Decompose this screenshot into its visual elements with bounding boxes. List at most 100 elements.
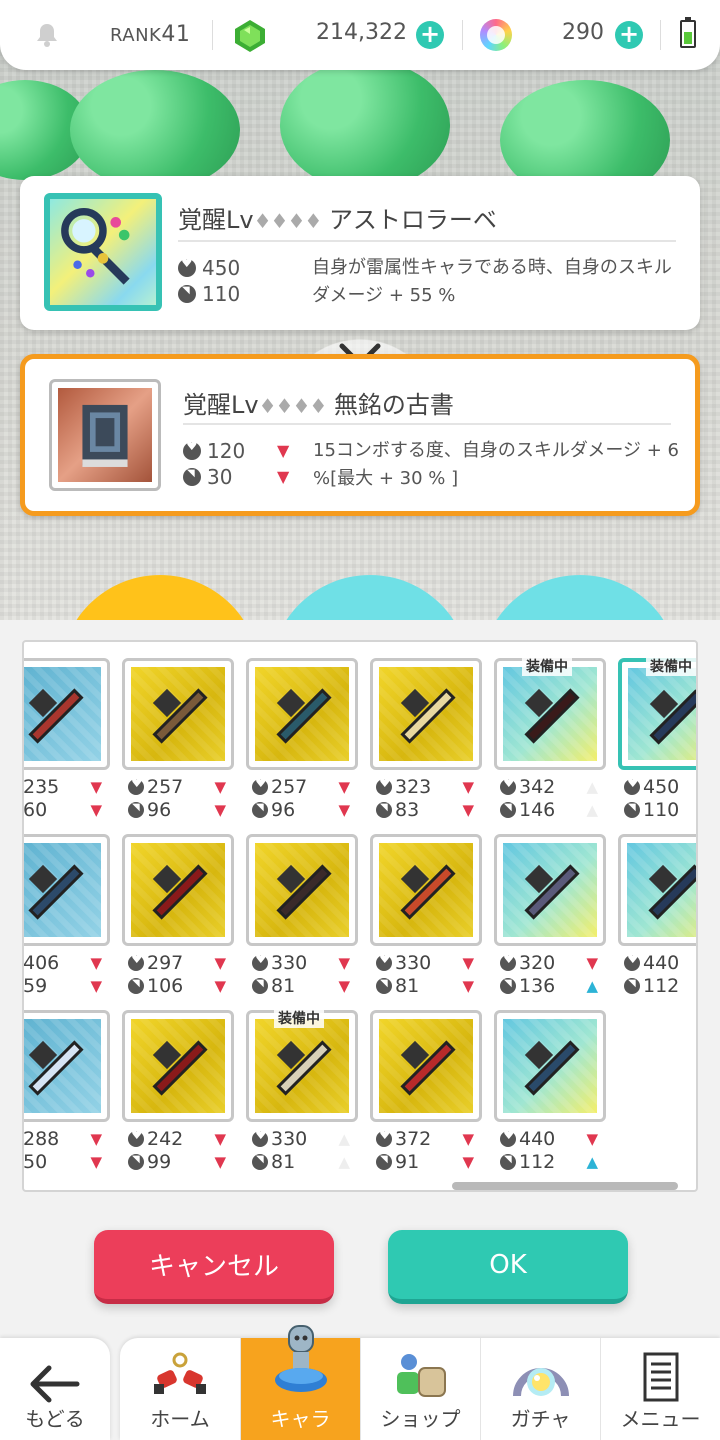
tab-gacha[interactable]: ガチャ bbox=[480, 1338, 600, 1440]
item-frame[interactable] bbox=[246, 658, 358, 770]
awakening-diamonds: ♦♦♦♦ bbox=[253, 209, 323, 233]
hp-stat: 342 bbox=[500, 776, 555, 798]
decrease-arrow-icon: ▼ bbox=[586, 1130, 598, 1148]
inventory-item[interactable]: 装備中 342146 ▲ ▲ bbox=[494, 656, 606, 834]
inventory-item[interactable]: 320136 ▼ ▲ bbox=[494, 834, 606, 1010]
battery-icon bbox=[680, 17, 696, 48]
decrease-arrow-icon: ▼ bbox=[214, 778, 226, 796]
heart-icon bbox=[376, 1128, 392, 1147]
decrease-arrow-icon: ▼ bbox=[338, 778, 350, 796]
decrease-arrow-icon: ▲ bbox=[338, 1153, 350, 1171]
inventory-item[interactable]: 25796 ▼ ▼ bbox=[246, 658, 358, 834]
inventory-section: 23560▼▼25796▼▼25796▼▼32383▼▼装備中342146▲▲装… bbox=[0, 620, 720, 1440]
hp-value: 257 bbox=[271, 776, 308, 798]
speed-stat: 110 bbox=[178, 282, 240, 306]
hp-value: 320 bbox=[519, 952, 556, 974]
current-equipment-card: 覚醒Lv♦♦♦♦ アストロラーベ 450 110 自身が雷属性キャラである時、自… bbox=[20, 176, 700, 330]
decrease-arrow-icon: ▼ bbox=[462, 801, 474, 819]
tab-home[interactable]: ホーム bbox=[120, 1338, 240, 1440]
inventory-item[interactable]: 37291 ▼ ▼ bbox=[370, 1010, 482, 1186]
increase-arrow-icon: ▲ bbox=[586, 1153, 598, 1171]
inventory-item[interactable]: 33081 ▼ ▼ bbox=[370, 834, 482, 1010]
item-artwork bbox=[24, 843, 101, 937]
nav-tabs: ホーム キャラ ショップ ガチャ メニュー bbox=[120, 1325, 720, 1440]
inventory-item[interactable]: 装備中 33081 ▲ ▲ bbox=[246, 1008, 358, 1186]
hp-value: 330 bbox=[271, 952, 308, 974]
speed-stat: 96 bbox=[128, 799, 171, 821]
weapon-icon bbox=[400, 688, 456, 744]
item-frame[interactable] bbox=[370, 658, 482, 770]
speed-value: 81 bbox=[271, 975, 296, 997]
weapon-icon bbox=[400, 1040, 456, 1096]
item-frame[interactable] bbox=[370, 1010, 482, 1122]
inventory-item[interactable]: 24299 ▼ ▼ bbox=[122, 1010, 234, 1186]
current-equipment-title: 覚醒Lv♦♦♦♦ アストロラーベ bbox=[178, 200, 497, 235]
item-frame[interactable] bbox=[494, 834, 606, 946]
item-frame[interactable] bbox=[24, 1010, 110, 1122]
inventory-item[interactable]: 装備中 450110 bbox=[618, 656, 696, 834]
tab-chara[interactable]: キャラ bbox=[240, 1325, 360, 1440]
boot-icon bbox=[128, 978, 144, 994]
item-frame[interactable] bbox=[370, 834, 482, 946]
boot-icon bbox=[376, 802, 392, 818]
tab-shop[interactable]: ショップ bbox=[360, 1338, 480, 1440]
decrease-arrow-icon: ▼ bbox=[214, 801, 226, 819]
item-frame[interactable] bbox=[24, 834, 110, 946]
speed-stat: 30 bbox=[183, 465, 232, 489]
item-frame[interactable] bbox=[24, 658, 110, 770]
weapon-icon bbox=[152, 864, 208, 920]
rank-display: RANK41 bbox=[110, 22, 190, 47]
boot-icon bbox=[500, 978, 516, 994]
speed-value: 112 bbox=[519, 1151, 556, 1173]
weapon-icon bbox=[400, 864, 456, 920]
inventory-item[interactable]: 440112 bbox=[618, 834, 696, 1010]
boot-icon bbox=[128, 1154, 144, 1170]
inventory-item[interactable]: 25796 ▼ ▼ bbox=[122, 658, 234, 834]
equipment-description: 自身が雷属性キャラである時、自身のスキルダメージ + 55 % bbox=[312, 257, 672, 306]
character-icon bbox=[275, 1325, 327, 1392]
inventory-item[interactable]: 406 59 ▼ ▼ bbox=[24, 834, 110, 1010]
item-artwork bbox=[24, 667, 101, 761]
heart-icon bbox=[500, 776, 516, 795]
item-frame[interactable] bbox=[122, 658, 234, 770]
decrease-arrow-icon: ▲ bbox=[338, 1130, 350, 1148]
inventory-item[interactable]: 440112 ▼ ▲ bbox=[494, 1010, 606, 1186]
inventory-item[interactable]: 235 60 ▼ ▼ bbox=[24, 658, 110, 834]
item-artwork bbox=[131, 667, 225, 761]
decrease-arrow-icon: ▼ bbox=[214, 1130, 226, 1148]
awakening-level-label: 覚醒Lv bbox=[183, 391, 259, 419]
tab-home-label: ホーム bbox=[150, 1407, 210, 1431]
inventory-item[interactable]: 288 50 ▼ ▼ bbox=[23, 1010, 110, 1186]
inventory-grid[interactable]: 23560▼▼25796▼▼25796▼▼32383▼▼装備中342146▲▲装… bbox=[22, 640, 698, 1192]
ok-button[interactable]: OK bbox=[388, 1230, 628, 1304]
heart-icon bbox=[500, 952, 516, 971]
back-button[interactable]: もどる bbox=[0, 1338, 110, 1440]
hp-stat: 242 bbox=[128, 1128, 183, 1150]
hp-stat: 406 bbox=[24, 952, 59, 974]
tab-menu[interactable]: メニュー bbox=[600, 1338, 720, 1440]
status-bar: RANK41 214,322 + 290 + bbox=[0, 0, 720, 70]
item-frame[interactable] bbox=[122, 1010, 234, 1122]
inventory-item[interactable]: 32383 ▼ ▼ bbox=[370, 658, 482, 834]
add-orbs-button[interactable]: + bbox=[615, 21, 643, 49]
add-gems-button[interactable]: + bbox=[416, 21, 444, 49]
inventory-item[interactable]: 297106 ▼ ▼ bbox=[122, 834, 234, 1010]
gacha-icon bbox=[513, 1368, 569, 1397]
item-frame[interactable] bbox=[494, 1010, 606, 1122]
decrease-arrow-icon: ▼ bbox=[462, 778, 474, 796]
hp-value: 288 bbox=[23, 1128, 60, 1150]
item-frame[interactable] bbox=[618, 834, 696, 946]
home-icon bbox=[154, 1352, 206, 1394]
bell-icon[interactable] bbox=[34, 22, 60, 48]
inventory-item[interactable]: 33081 ▼ ▼ bbox=[246, 834, 358, 1010]
weapon-icon bbox=[524, 864, 580, 920]
item-frame[interactable] bbox=[122, 834, 234, 946]
heart-icon bbox=[128, 776, 144, 795]
weapon-icon bbox=[276, 1040, 332, 1096]
rank-label: RANK bbox=[110, 25, 162, 46]
speed-value: 136 bbox=[519, 975, 556, 997]
item-frame[interactable] bbox=[246, 834, 358, 946]
cancel-button[interactable]: キャンセル bbox=[94, 1230, 334, 1304]
hp-value: 372 bbox=[395, 1128, 432, 1150]
speed-stat: 106 bbox=[128, 975, 183, 997]
